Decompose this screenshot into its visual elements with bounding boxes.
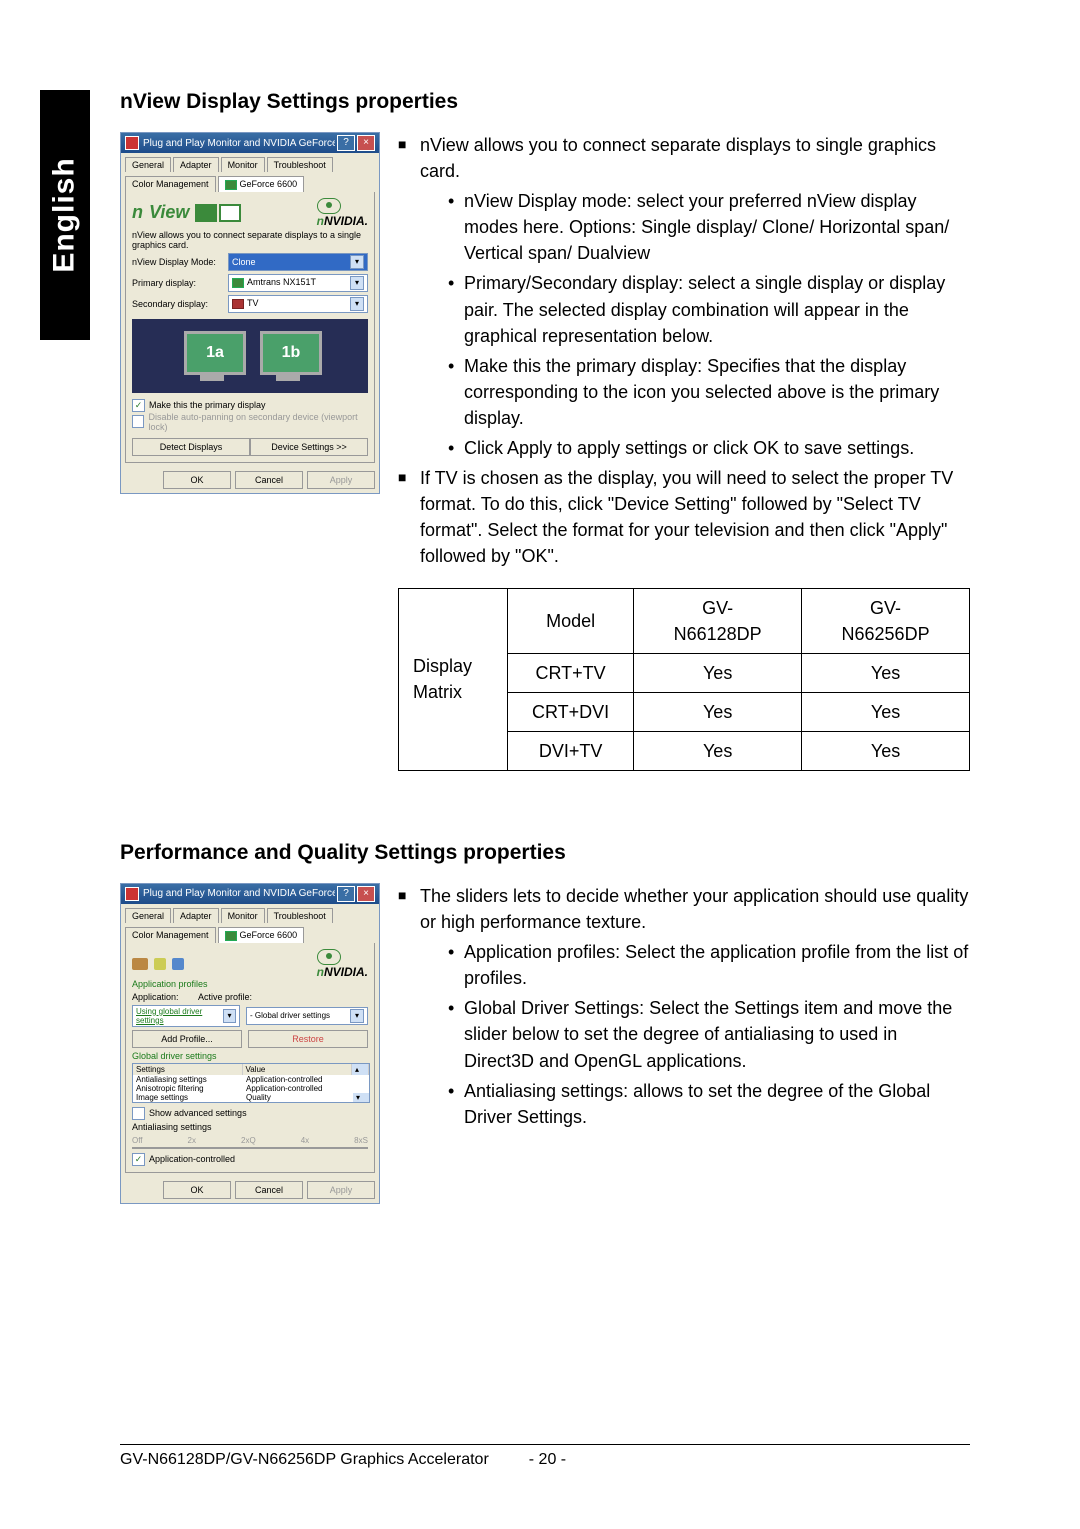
window-title: Plug and Play Monitor and NVIDIA GeForce… bbox=[143, 888, 335, 899]
matrix-rowspan: DisplayMatrix bbox=[399, 588, 508, 770]
disable-pan-checkbox: Disable auto-panning on secondary device… bbox=[132, 412, 368, 432]
apply-button[interactable]: Apply bbox=[307, 1181, 375, 1199]
window-titlebar: Plug and Play Monitor and NVIDIA GeForce… bbox=[121, 133, 379, 153]
ok-button[interactable]: OK bbox=[163, 471, 231, 489]
nvidia-tab-icon bbox=[225, 931, 237, 941]
tab-troubleshoot[interactable]: Troubleshoot bbox=[267, 908, 333, 923]
close-button[interactable]: × bbox=[357, 135, 375, 151]
section2-bullet2: Global Driver Settings: Select the Setti… bbox=[448, 995, 970, 1073]
cancel-button[interactable]: Cancel bbox=[235, 1181, 303, 1199]
active-profile-select[interactable]: - Global driver settings▾ bbox=[246, 1007, 368, 1025]
section2-bullet3: Antialiasing settings: allows to set the… bbox=[448, 1078, 970, 1130]
section1-bullet1: nView Display mode: select your preferre… bbox=[448, 188, 970, 266]
detect-displays-button[interactable]: Detect Displays bbox=[132, 438, 250, 456]
global-settings-header: Global driver settings bbox=[132, 1051, 368, 1061]
tab-troubleshoot[interactable]: Troubleshoot bbox=[267, 157, 333, 172]
ok-button[interactable]: OK bbox=[163, 1181, 231, 1199]
perf-icons bbox=[132, 958, 184, 970]
primary-label: Primary display: bbox=[132, 278, 222, 288]
tab-monitor[interactable]: Monitor bbox=[221, 908, 265, 923]
secondary-select[interactable]: TV▾ bbox=[228, 295, 368, 313]
nview-subtext: nView allows you to connect separate dis… bbox=[132, 230, 368, 250]
dropdown-arrow-icon: ▾ bbox=[350, 297, 364, 311]
scroll-down-icon[interactable]: ▾ bbox=[353, 1093, 369, 1102]
cancel-button[interactable]: Cancel bbox=[235, 471, 303, 489]
monitor-icon bbox=[232, 278, 244, 288]
section1-bullet3: Make this the primary display: Specifies… bbox=[448, 353, 970, 431]
dropdown-arrow-icon: ▾ bbox=[350, 255, 364, 269]
window-titlebar: Plug and Play Monitor and NVIDIA GeForce… bbox=[121, 884, 379, 904]
footer-page-number: - 20 - bbox=[529, 1451, 566, 1469]
nview-logo-text: View bbox=[149, 202, 189, 223]
tab-monitor[interactable]: Monitor bbox=[221, 157, 265, 172]
section2-heading: Performance and Quality Settings propert… bbox=[120, 841, 970, 865]
settings-table[interactable]: SettingsValue▴ Antialiasing settingsAppl… bbox=[132, 1063, 370, 1103]
window-icon bbox=[125, 136, 139, 150]
help-button[interactable]: ? bbox=[337, 886, 355, 902]
section1-bullet4: Click Apply to apply settings or click O… bbox=[448, 435, 970, 461]
aa-slider[interactable]: Off 2x 2xQ 4x 8xS bbox=[132, 1136, 368, 1145]
footer-product: GV-N66128DP/GV-N66256DP Graphics Acceler… bbox=[120, 1451, 489, 1469]
window-title: Plug and Play Monitor and NVIDIA GeForce… bbox=[143, 138, 335, 149]
apply-button[interactable]: Apply bbox=[307, 471, 375, 489]
language-tab-text: English bbox=[48, 157, 82, 272]
tab-general[interactable]: General bbox=[125, 157, 171, 172]
tab-geforce[interactable]: GeForce 6600 bbox=[218, 927, 305, 943]
display-matrix-table: DisplayMatrix Model GV-N66128DP GV-N6625… bbox=[398, 588, 970, 771]
tab-adapter[interactable]: Adapter bbox=[173, 157, 219, 172]
aa-label: Antialiasing settings bbox=[132, 1122, 368, 1132]
restore-button[interactable]: Restore bbox=[248, 1030, 368, 1048]
help-button[interactable]: ? bbox=[337, 135, 355, 151]
section1-heading: nView Display Settings properties bbox=[120, 90, 970, 114]
monitor-1b[interactable]: 1b bbox=[260, 331, 316, 381]
nvidia-brand: nNVIDIA. bbox=[317, 965, 368, 979]
nvidia-brand: nNVIDIA. bbox=[317, 214, 368, 228]
display-preview: 1a 1b bbox=[132, 319, 368, 393]
device-settings-button[interactable]: Device Settings >> bbox=[250, 438, 368, 456]
nvidia-eye-icon bbox=[317, 949, 341, 965]
tab-adapter[interactable]: Adapter bbox=[173, 908, 219, 923]
nvidia-tab-icon bbox=[225, 180, 237, 190]
active-profile-label: Active profile: bbox=[198, 992, 268, 1002]
scroll-up-icon[interactable]: ▴ bbox=[352, 1064, 369, 1075]
tv-icon bbox=[232, 299, 244, 309]
nview-screenshot: Plug and Play Monitor and NVIDIA GeForce… bbox=[120, 132, 380, 494]
primary-select[interactable]: Amtrans NX151T▾ bbox=[228, 274, 368, 292]
nvidia-eye-icon bbox=[317, 198, 341, 214]
app-profiles-header: Application profiles bbox=[132, 979, 368, 989]
section1-bullet2: Primary/Secondary display: select a sing… bbox=[448, 270, 970, 348]
nview-monitors-icon bbox=[195, 204, 241, 222]
window-icon bbox=[125, 887, 139, 901]
section1-para1: nView allows you to connect separate dis… bbox=[398, 132, 970, 461]
mode-select[interactable]: Clone▾ bbox=[228, 253, 368, 271]
tab-colormgmt[interactable]: Color Management bbox=[125, 176, 216, 192]
tab-colormgmt[interactable]: Color Management bbox=[125, 927, 216, 943]
slider-track[interactable] bbox=[132, 1147, 368, 1149]
section2-para1: The sliders lets to decide whether your … bbox=[398, 883, 970, 1130]
section1-para2: If TV is chosen as the display, you will… bbox=[398, 465, 970, 569]
tabs-row1: General Adapter Monitor Troubleshoot bbox=[121, 153, 379, 172]
tab-geforce[interactable]: GeForce 6600 bbox=[218, 176, 305, 192]
monitor-1a[interactable]: 1a bbox=[184, 331, 240, 381]
mode-label: nView Display Mode: bbox=[132, 257, 222, 267]
page-footer: GV-N66128DP/GV-N66256DP Graphics Acceler… bbox=[120, 1444, 970, 1469]
make-primary-checkbox[interactable]: ✓Make this the primary display bbox=[132, 399, 368, 412]
secondary-label: Secondary display: bbox=[132, 299, 222, 309]
add-profile-button[interactable]: Add Profile... bbox=[132, 1030, 242, 1048]
app-controlled-checkbox[interactable]: ✓Application-controlled bbox=[132, 1153, 368, 1166]
nview-n-prefix: n bbox=[132, 202, 143, 223]
tabs-row2: Color Management GeForce 6600 bbox=[121, 172, 379, 192]
perf-screenshot: Plug and Play Monitor and NVIDIA GeForce… bbox=[120, 883, 380, 1204]
tab-general[interactable]: General bbox=[125, 908, 171, 923]
application-select[interactable]: Using global driver settings▾ bbox=[132, 1005, 240, 1027]
section2-bullet1: Application profiles: Select the applica… bbox=[448, 939, 970, 991]
application-label: Application: bbox=[132, 992, 192, 1002]
dropdown-arrow-icon: ▾ bbox=[350, 276, 364, 290]
close-button[interactable]: × bbox=[357, 886, 375, 902]
show-advanced-checkbox[interactable]: Show advanced settings bbox=[132, 1107, 368, 1120]
language-tab: English bbox=[40, 90, 90, 340]
